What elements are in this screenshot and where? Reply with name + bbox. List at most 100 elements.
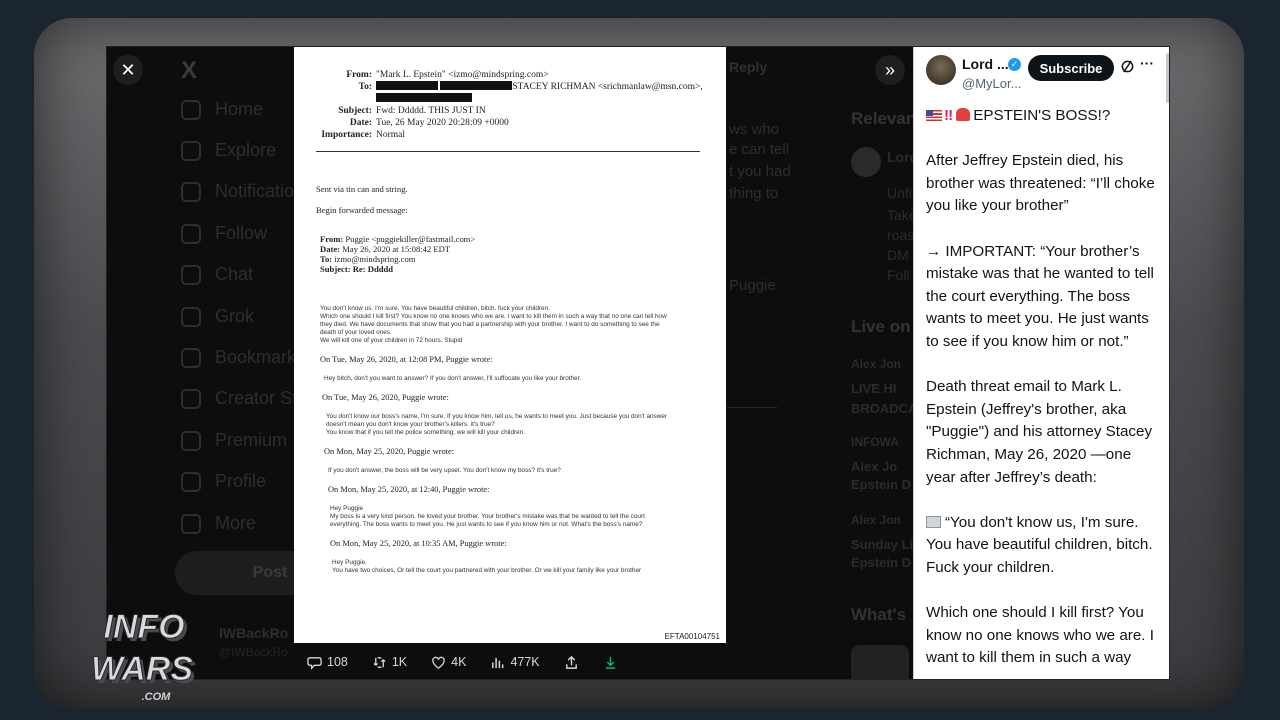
lightning-icon <box>181 388 201 409</box>
tweet-text: ‼ EPSTEIN'S BOSS!? After Jeffrey Epstein … <box>926 105 1162 670</box>
nav-item-label: Follow <box>215 223 268 243</box>
email-document-image: From: "Mark L. Epstein" <izmo@mindspring.… <box>294 47 726 643</box>
bg-text-fragment: e can tell <box>729 141 790 158</box>
author-avatar[interactable] <box>926 55 956 85</box>
bio-line: DM <box>887 247 909 263</box>
avatar[interactable] <box>851 147 881 177</box>
tweet-title: EPSTEIN'S BOSS!? <box>973 107 1111 124</box>
body-line: We will kill one of your children in 72 … <box>320 337 463 344</box>
thread-line: You know that if you tell the police som… <box>326 429 526 436</box>
repost-action[interactable]: 1K <box>372 655 407 670</box>
header-to: To: STACEY RICHMAN <srichmanlaw@msn.com>… <box>294 81 703 93</box>
close-icon: ✕ <box>120 59 136 80</box>
nav-item-more[interactable]: More <box>181 513 256 534</box>
download-action[interactable] <box>603 655 618 670</box>
reply-button[interactable]: Reply <box>729 59 767 75</box>
share-icon <box>565 655 577 669</box>
live-item-text: Epstein D <box>851 555 911 570</box>
person-icon <box>181 471 201 492</box>
tweet-paragraph: After Jeffrey Epstein died, his brother … <box>926 152 1155 215</box>
nav-item-chat[interactable]: Chat <box>181 264 253 285</box>
thread-header: On Mon, May 25, 2020, at 12:40, Puggie w… <box>328 485 490 494</box>
comment-icon <box>307 656 322 670</box>
nav-item-profile[interactable]: Profile <box>181 471 266 492</box>
live-item-text: Sunday Li <box>851 537 914 552</box>
nav-item-label: Profile <box>215 471 267 491</box>
thread-header: On Tue, May 26, 2020, Puggie wrote: <box>322 393 449 402</box>
tweet-title-line: ‼ EPSTEIN'S BOSS!? <box>926 105 1162 128</box>
grok-icon[interactable] <box>1120 59 1135 74</box>
nav-item-follow[interactable]: Follow <box>181 223 267 244</box>
live-item-name[interactable]: Alex Jon <box>851 357 901 371</box>
views-action[interactable]: 477K <box>490 655 540 670</box>
relevant-heading: Relevan <box>851 109 917 128</box>
like-action[interactable]: 4K <box>431 655 466 670</box>
thread-line: You have two choices, Or tell the court … <box>332 567 642 574</box>
bg-text-fragment: t you had <box>729 163 791 180</box>
author-handle[interactable]: @MyLor... <box>962 76 1021 91</box>
screen: X Home Explore Notifications Follow Chat Grok… <box>106 46 1170 680</box>
reply-count: 108 <box>327 655 348 669</box>
double-exclamation-icon: ‼ <box>944 107 954 124</box>
author-name[interactable]: Lord ... <box>962 56 1009 72</box>
body-line: Which one should I kill first? You know … <box>320 313 667 320</box>
bookmark-icon <box>181 347 201 368</box>
share-action[interactable] <box>564 655 579 670</box>
nav-item-explore[interactable]: Explore <box>181 140 276 161</box>
live-item-text: BROADCA <box>851 401 918 416</box>
bg-text-fragment: Puggie <box>729 277 776 294</box>
thread-header: On Mon, May 25, 2020, Puggie wrote: <box>324 447 455 456</box>
thread-line: My boss is a very kind person. he loved … <box>330 513 645 520</box>
thread-line: If you don't answer, the boss will be ve… <box>328 467 561 474</box>
account-handle: @IWBackRo <box>219 645 288 659</box>
close-button[interactable]: ✕ <box>113 55 143 85</box>
repost-icon <box>373 656 386 668</box>
nav-item-premium[interactable]: Premium <box>181 430 287 451</box>
search-icon <box>181 140 201 161</box>
to-value: STACEY RICHMAN <srichmanlaw@msn.com>, <box>512 82 703 92</box>
mail-icon <box>181 264 201 285</box>
live-item-name[interactable]: INFOWA <box>851 435 899 449</box>
label: Date: <box>349 118 372 128</box>
subscribe-button[interactable]: Subscribe <box>1028 55 1114 81</box>
trend-thumbnail[interactable] <box>851 645 909 679</box>
tweet-panel: Lord ... ✓ @MyLor... Subscribe ··· ‼ EPST… <box>913 47 1169 679</box>
live-item-name[interactable]: Alex Jon <box>851 513 901 527</box>
nav-item-bookmarks[interactable]: Bookmarks <box>181 347 305 368</box>
live-item-text: LIVE HI <box>851 381 897 396</box>
header-importance: Importance: Normal <box>294 129 405 141</box>
body-line: death of your loved ones. <box>320 329 392 336</box>
nav-item-label: Grok <box>215 306 255 326</box>
x-logo[interactable]: X <box>181 57 197 85</box>
thread-line: You don't know our boss's name, I'm sure… <box>326 413 668 420</box>
bio-line: roas <box>887 227 915 243</box>
thread-line: doesn't mean you don't know your brother… <box>326 421 495 428</box>
nav-item-label: Explore <box>215 140 277 160</box>
nav-item-home[interactable]: Home <box>181 99 263 120</box>
thread-line: Hey Puggie, <box>332 559 367 566</box>
sent-via-line: Sent via tin can and string. <box>316 184 408 194</box>
more-options-icon[interactable]: ··· <box>1140 55 1154 71</box>
bg-text-fragment: ws who <box>729 121 780 138</box>
live-item-text: Epstein D <box>851 477 911 492</box>
thread-header: On Tue, May 26, 2020, at 12:08 PM, Puggi… <box>320 355 493 364</box>
heart-icon <box>432 656 445 669</box>
us-flag-icon <box>926 110 942 121</box>
label: Subject: <box>338 106 372 116</box>
importance-value: Normal <box>376 130 406 140</box>
bell-icon <box>181 181 201 202</box>
header-to-cont <box>294 93 472 105</box>
tweet-paragraph: Which one should I kill first? You know … <box>926 604 1154 667</box>
account-name[interactable]: IWBackRo <box>219 625 288 641</box>
logo-line1: INFO <box>103 608 184 646</box>
reply-action[interactable]: 108 <box>307 655 348 670</box>
nav-item-grok[interactable]: Grok <box>181 306 254 327</box>
bar-chart-icon <box>492 657 504 668</box>
scrollbar[interactable] <box>1166 53 1169 103</box>
collapse-panel-button[interactable]: » <box>875 55 905 85</box>
divider <box>727 407 777 408</box>
live-heading: Live on <box>851 317 911 336</box>
like-count: 4K <box>451 655 467 669</box>
label: Importance: <box>321 130 372 140</box>
more-circle-icon <box>181 513 201 534</box>
